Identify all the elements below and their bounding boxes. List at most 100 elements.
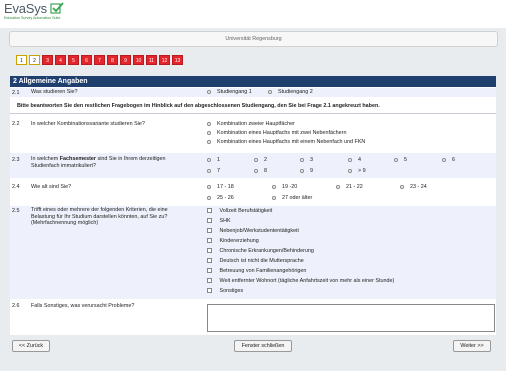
checkbox[interactable] [207, 238, 212, 243]
divider [10, 113, 496, 114]
checkbox[interactable] [207, 228, 212, 233]
question-2-5: 2.5 Trifft eines oder mehrere der folgen… [10, 206, 496, 299]
option-semester-7[interactable]: 7 [207, 168, 220, 174]
checkbox-muttersprache[interactable]: Deutsch ist nicht die Muttersprache [207, 258, 304, 264]
page-tab-2[interactable]: 2 [29, 55, 40, 65]
question-2-2: 2.2 In welcher Kombinationsvariante stud… [10, 118, 496, 148]
option-semester-3[interactable]: 3 [300, 157, 313, 163]
question-number: 2.1 [12, 90, 20, 96]
option-age-17-18[interactable]: 17 - 18 [207, 184, 234, 190]
checkbox-familie[interactable]: Betreuung von Familienangehörigen [207, 268, 306, 274]
checkbox-wohnort[interactable]: Weit entfernter Wohnort (tägliche Anfahr… [207, 278, 394, 284]
option-kombination-1[interactable]: Kombination zweier Hauptfächer [207, 121, 295, 127]
radio-button[interactable] [394, 157, 398, 162]
checkbox-nebenjob[interactable]: Nebenjob/Werkstudententätigkeit [207, 228, 299, 234]
checkbox[interactable] [207, 258, 212, 263]
radio-button[interactable] [272, 195, 276, 200]
radio-button[interactable] [272, 184, 276, 189]
option-age-25-26[interactable]: 25 - 26 [207, 195, 234, 201]
checkbox[interactable] [207, 278, 212, 283]
option-kombination-2[interactable]: Kombination eines Hauptfachs mit zwei Ne… [207, 130, 346, 136]
question-number: 2.3 [12, 157, 20, 163]
page-tab-6[interactable]: 6 [81, 55, 92, 65]
checkbox[interactable] [207, 268, 212, 273]
option-studiengang-2[interactable]: Studiengang 2 [268, 89, 313, 95]
option-semester-8[interactable]: 8 [254, 168, 267, 174]
page-tab-5[interactable]: 5 [68, 55, 79, 65]
close-window-button[interactable]: Fenster schließen [234, 340, 292, 352]
question-number: 2.6 [12, 303, 20, 309]
option-kombination-3[interactable]: Kombination eines Hauptfachs mit einem N… [207, 139, 365, 145]
radio-button[interactable] [207, 184, 211, 189]
question-text: Was studieren Sie? [31, 89, 78, 95]
checkbox[interactable] [207, 218, 212, 223]
page-tab-4[interactable]: 4 [55, 55, 66, 65]
radio-button[interactable] [207, 89, 211, 94]
page-tab-9[interactable]: 9 [120, 55, 131, 65]
back-button[interactable]: << Zurück [12, 340, 50, 352]
checkbox[interactable] [207, 208, 212, 213]
radio-button[interactable] [207, 195, 211, 200]
radio-button[interactable] [348, 157, 352, 162]
page-tab-7[interactable]: 7 [94, 55, 105, 65]
option-semester-2[interactable]: 2 [254, 157, 267, 163]
radio-button[interactable] [268, 89, 272, 94]
option-semester-1[interactable]: 1 [207, 157, 220, 163]
option-age-27-plus[interactable]: 27 oder älter [272, 195, 312, 201]
question-number: 2.5 [12, 208, 20, 214]
question-2-4: 2.4 Wie alt sind Sie? 17 - 18 19 -20 21 … [10, 180, 496, 204]
option-age-23-24[interactable]: 23 - 24 [400, 184, 427, 190]
page-tab-11[interactable]: 11 [146, 55, 157, 65]
question-2-1: 2.1 Was studieren Sie? Studiengang 1 Stu… [10, 88, 496, 97]
question-2-3: 2.3 In welchem Fachsemester sind Sie in … [10, 153, 496, 178]
checkbox-vollzeit[interactable]: Vollzeit Berufstätigkeit [207, 208, 272, 214]
question-text: Wie alt sind Sie? [31, 184, 72, 190]
page-navigation: 1 2 3 4 5 6 7 8 9 10 11 12 13 [16, 55, 185, 66]
page-tab-8[interactable]: 8 [107, 55, 118, 65]
radio-button[interactable] [254, 157, 258, 162]
page-tab-13[interactable]: 13 [172, 55, 183, 65]
university-bar: Universität Regensburg [9, 31, 498, 47]
checkbox[interactable] [207, 248, 212, 253]
option-semester-4[interactable]: 4 [348, 157, 361, 163]
checkbox-kindererziehung[interactable]: Kindererziehung [207, 238, 259, 244]
questionnaire-form: 2 Allgemeine Angaben 2.1 Was studieren S… [10, 76, 496, 335]
page-tab-3[interactable]: 3 [42, 55, 53, 65]
radio-button[interactable] [207, 139, 211, 144]
page-tab-1[interactable]: 1 [16, 55, 27, 65]
question-text: In welcher Kombinationsvariante studiere… [31, 121, 145, 127]
question-number: 2.4 [12, 184, 20, 190]
radio-button[interactable] [300, 168, 304, 173]
page-tab-12[interactable]: 12 [159, 55, 170, 65]
checkmark-icon [50, 2, 64, 14]
radio-button[interactable] [336, 184, 340, 189]
option-semester-over-9[interactable]: > 9 [348, 168, 366, 174]
option-age-19-20[interactable]: 19 -20 [272, 184, 297, 190]
checkbox-erkrankungen[interactable]: Chronische Erkrankungen/Behinderung [207, 248, 314, 254]
checkbox-shk[interactable]: SHK [207, 218, 231, 224]
problems-textarea[interactable] [207, 304, 495, 332]
radio-button[interactable] [207, 121, 211, 126]
next-button[interactable]: Weiter >> [453, 340, 491, 352]
radio-button[interactable] [348, 168, 352, 173]
radio-button[interactable] [207, 168, 211, 173]
logo-tagline: Education Survey Automation Suite [4, 16, 61, 20]
section-header: 2 Allgemeine Angaben [10, 76, 496, 87]
option-age-21-22[interactable]: 21 - 22 [336, 184, 363, 190]
radio-button[interactable] [207, 130, 211, 135]
radio-button[interactable] [300, 157, 304, 162]
page-tab-10[interactable]: 10 [133, 55, 144, 65]
radio-button[interactable] [442, 157, 446, 162]
instruction-text: Bitte beantworten Sie den restlichen Fra… [17, 103, 380, 109]
radio-button[interactable] [400, 184, 404, 189]
option-studiengang-1[interactable]: Studiengang 1 [207, 89, 252, 95]
option-semester-9[interactable]: 9 [300, 168, 313, 174]
radio-button[interactable] [254, 168, 258, 173]
logo-name: EvaSys [4, 1, 47, 16]
checkbox[interactable] [207, 288, 212, 293]
option-semester-6[interactable]: 6 [442, 157, 455, 163]
option-semester-5[interactable]: 5 [394, 157, 407, 163]
checkbox-sonstiges[interactable]: Sonstiges [207, 288, 243, 294]
instruction-row: Bitte beantworten Sie den restlichen Fra… [10, 100, 496, 112]
radio-button[interactable] [207, 157, 211, 162]
